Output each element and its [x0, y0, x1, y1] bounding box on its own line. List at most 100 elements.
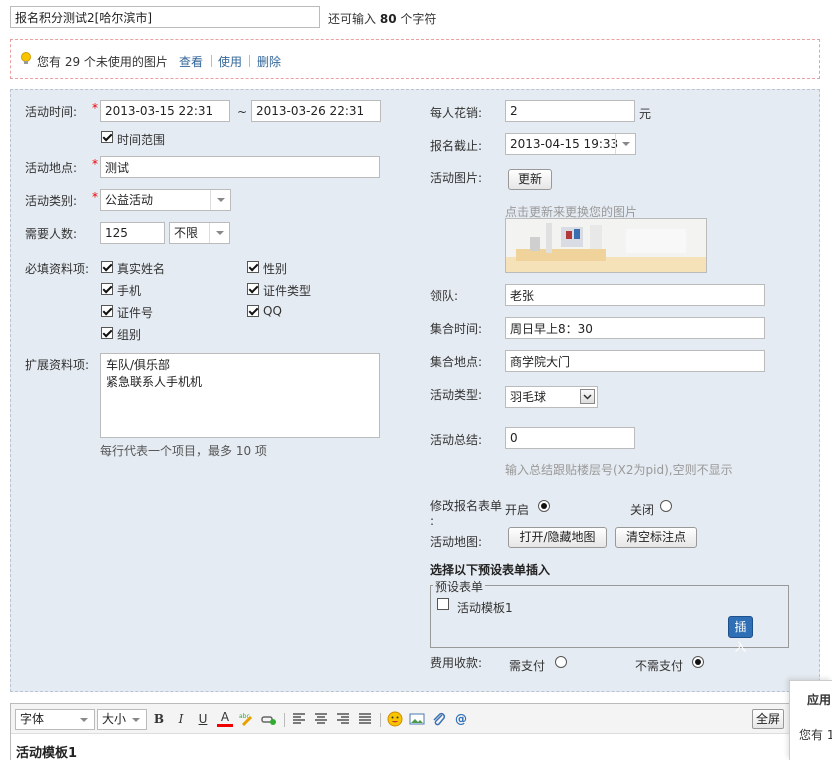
- cost-label: 每人花销:: [430, 106, 483, 120]
- ext-fields-hint: 每行代表一个项目，最多 10 项: [100, 444, 267, 458]
- font-size-value: 大小: [102, 712, 127, 726]
- preset-item-checkbox[interactable]: [437, 598, 449, 610]
- deadline-select[interactable]: 2013-04-15 19:33: [505, 133, 636, 155]
- real-name-checkbox[interactable]: [101, 261, 113, 273]
- mobile-label: 手机: [117, 284, 142, 298]
- font-family-select[interactable]: 字体: [15, 709, 95, 730]
- required-fields-label: 必填资料项:: [25, 262, 90, 276]
- image-icon[interactable]: [409, 711, 425, 727]
- people-limit-value: 不限: [174, 226, 199, 240]
- meet-time-input[interactable]: [505, 317, 765, 339]
- gender-checkbox[interactable]: [247, 261, 259, 273]
- group-label: 组别: [117, 328, 142, 342]
- side-panel-text: 您有 1: [799, 728, 832, 742]
- time-range-checkbox[interactable]: [101, 131, 113, 143]
- mobile-checkbox[interactable]: [101, 283, 113, 295]
- underline-icon[interactable]: U: [195, 711, 211, 727]
- leader-input[interactable]: [505, 284, 765, 306]
- meet-place-label: 集合地点:: [430, 355, 483, 369]
- category-value: 公益活动: [105, 193, 154, 207]
- view-images-link[interactable]: 查看: [179, 53, 203, 70]
- real-name-label: 真实姓名: [117, 262, 166, 276]
- ext-fields-label: 扩展资料项:: [25, 358, 90, 372]
- gender-label: 性别: [263, 262, 288, 276]
- font-color-icon[interactable]: A: [217, 710, 233, 727]
- deadline-label: 报名截止:: [430, 139, 483, 153]
- preset-title: 选择以下预设表单插入: [430, 563, 551, 577]
- use-images-link[interactable]: 使用: [218, 53, 242, 70]
- id-type-checkbox[interactable]: [247, 283, 259, 295]
- toggle-map-button[interactable]: 打开/隐藏地图: [508, 527, 607, 548]
- fee-none-radio[interactable]: [692, 656, 704, 668]
- id-number-label: 证件号: [117, 306, 154, 320]
- preset-item-label: 活动模板1: [457, 601, 513, 615]
- at-mention-icon[interactable]: @: [453, 711, 469, 727]
- font-family-value: 字体: [20, 712, 45, 726]
- italic-icon[interactable]: I: [173, 711, 189, 727]
- leader-label: 领队:: [430, 289, 459, 303]
- ext-field-line: 紧急联系人手机机: [106, 375, 203, 389]
- activity-type-label: 活动类型:: [430, 388, 483, 402]
- summary-input[interactable]: [505, 427, 635, 449]
- place-label: 活动地点:: [25, 161, 78, 175]
- chevron-down-icon: [615, 134, 635, 154]
- delete-images-link[interactable]: 删除: [257, 53, 281, 70]
- required-mark: *: [92, 157, 98, 171]
- fullscreen-button[interactable]: 全屏: [752, 709, 784, 729]
- modify-form-label: 修改报名表单: [430, 499, 503, 513]
- meet-place-input[interactable]: [505, 350, 765, 372]
- align-right-icon[interactable]: [335, 711, 351, 727]
- end-time-input[interactable]: [251, 100, 381, 122]
- id-number-checkbox[interactable]: [101, 305, 113, 317]
- update-image-button[interactable]: 更新: [508, 169, 552, 190]
- activity-type-value: 羽毛球: [510, 390, 547, 404]
- group-checkbox[interactable]: [101, 327, 113, 339]
- editor-content-title: 活动模板1: [16, 746, 78, 760]
- divider: [284, 713, 285, 727]
- meet-time-label: 集合时间:: [430, 322, 483, 336]
- lightbulb-icon: [20, 52, 32, 66]
- image-label: 活动图片:: [430, 171, 483, 185]
- attachment-icon[interactable]: [431, 711, 447, 727]
- char-hint: 还可输入 80 个字符: [328, 12, 437, 26]
- category-label: 活动类别:: [25, 194, 78, 208]
- ext-fields-textarea[interactable]: 车队/俱乐部 紧急联系人手机机: [100, 353, 380, 438]
- chevron-down-icon: [210, 190, 230, 210]
- summary-label: 活动总结:: [430, 433, 483, 447]
- start-time-input[interactable]: [100, 100, 230, 122]
- fee-need-radio[interactable]: [555, 656, 567, 668]
- modify-open-radio[interactable]: [538, 500, 550, 512]
- people-input[interactable]: [100, 222, 165, 244]
- smiley-icon[interactable]: [387, 711, 403, 727]
- align-center-icon[interactable]: [313, 711, 329, 727]
- qq-checkbox[interactable]: [247, 305, 259, 317]
- modify-close-radio[interactable]: [660, 500, 672, 512]
- activity-image: [505, 218, 707, 273]
- cost-input[interactable]: [505, 100, 635, 122]
- deadline-value: 2013-04-15 19:33: [510, 137, 619, 151]
- bold-icon[interactable]: B: [151, 711, 167, 727]
- divider: [211, 55, 212, 67]
- time-range-label: 时间范围: [117, 133, 166, 147]
- chevron-down-icon: [209, 223, 229, 243]
- required-mark: *: [92, 101, 98, 115]
- activity-type-select[interactable]: 羽毛球: [505, 386, 598, 408]
- divider: [249, 55, 250, 67]
- category-select[interactable]: 公益活动: [100, 189, 231, 211]
- insert-button[interactable]: 插入: [728, 616, 753, 654]
- people-label: 需要人数:: [25, 227, 78, 241]
- clear-markers-button[interactable]: 清空标注点: [615, 527, 697, 548]
- chevron-down-icon: [74, 710, 94, 729]
- map-label: 活动地图:: [430, 535, 483, 549]
- people-limit-select[interactable]: 不限: [169, 222, 230, 244]
- required-mark: *: [92, 190, 98, 204]
- open-label: 开启: [505, 503, 530, 517]
- highlight-icon[interactable]: abc: [239, 711, 255, 727]
- qq-label: QQ: [263, 304, 282, 318]
- subject-input[interactable]: [10, 6, 320, 28]
- link-icon[interactable]: [261, 711, 277, 727]
- justify-icon[interactable]: [357, 711, 373, 727]
- align-left-icon[interactable]: [291, 711, 307, 727]
- place-input[interactable]: [100, 156, 380, 178]
- font-size-select[interactable]: 大小: [97, 709, 147, 730]
